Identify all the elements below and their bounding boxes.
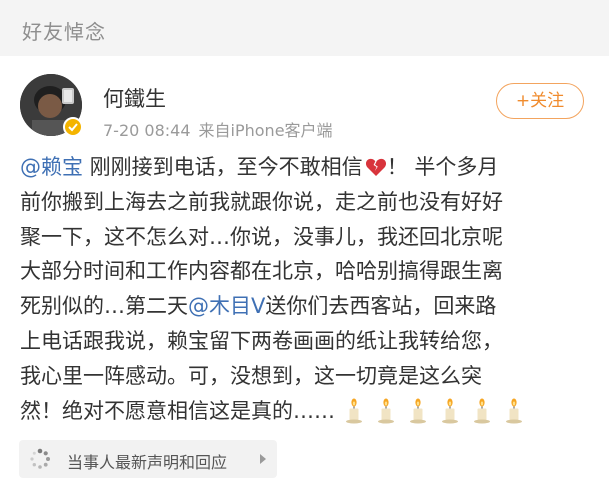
source-prefix: 来自 (198, 121, 231, 140)
post-line-2: 前你搬到上海去之前我就跟你说，走之前也没有好好 (20, 189, 503, 214)
post-text-segment: 刚刚接到电话，至今不敢相信 (83, 155, 363, 179)
candle-icon (375, 398, 397, 435)
post-source[interactable]: iPhone客户端 (231, 121, 333, 140)
post-text-segment: ！ 半个多月 (386, 155, 499, 179)
related-topic-label: 当事人最新声明和回应 (67, 453, 228, 472)
spinner-icon (29, 448, 51, 474)
post-line-8: 然！绝对不愿意相信这是真的…… (20, 394, 600, 429)
mention-laibao[interactable]: @赖宝 (20, 155, 83, 179)
post-line-6: 上电话跟我说，赖宝留下两卷画画的纸让我转给您， (20, 328, 503, 353)
author-name[interactable]: 何鐵生 (103, 83, 166, 113)
post-line-4: 大部分时间和工作内容都在北京，哈哈别搞得跟生离 (20, 259, 503, 284)
post-text-segment: 送你们去西客站，回来路 (265, 294, 497, 319)
chevron-right-icon (260, 454, 266, 464)
candle-icon (439, 398, 461, 435)
post-line-5: 死别似的…第二天@木目V送你们去西客站，回来路 (20, 289, 600, 324)
mention-mumuv[interactable]: @木目V (188, 294, 265, 318)
post-text-segment: 然！绝对不愿意相信这是真的…… (20, 398, 335, 423)
post-line-1: @赖宝 刚刚接到电话，至今不敢相信 ！ 半个多月 (20, 150, 600, 185)
related-topic-bar[interactable]: 当事人最新声明和回应 (19, 440, 277, 478)
verified-badge-icon (63, 117, 83, 137)
post-text-segment: 死别似的…第二天 (20, 294, 188, 319)
section-title: 好友悼念 (22, 20, 106, 44)
post-line-7: 我心里一阵感动。可，没想到，这一切竟是这么突 (20, 363, 482, 388)
candle-icon (343, 398, 365, 435)
broken-heart-icon (365, 154, 387, 189)
post-body: @赖宝 刚刚接到电话，至今不敢相信 ！ 半个多月 前你搬到上海去之前我就跟你说，走… (20, 150, 600, 428)
candle-icon (407, 398, 429, 435)
post-meta: 7-20 08:44 来自iPhone客户端 (103, 117, 333, 141)
follow-button[interactable]: +关注 (496, 83, 584, 119)
candle-icon (503, 398, 525, 435)
candle-emoji-row (343, 394, 535, 435)
candle-icon (471, 398, 493, 435)
section-header: 好友悼念 (0, 0, 609, 56)
post-time: 7-20 08:44 (103, 121, 191, 140)
post-line-3: 聚一下，这不怎么对…你说，没事儿，我还回北京呢 (20, 224, 503, 249)
